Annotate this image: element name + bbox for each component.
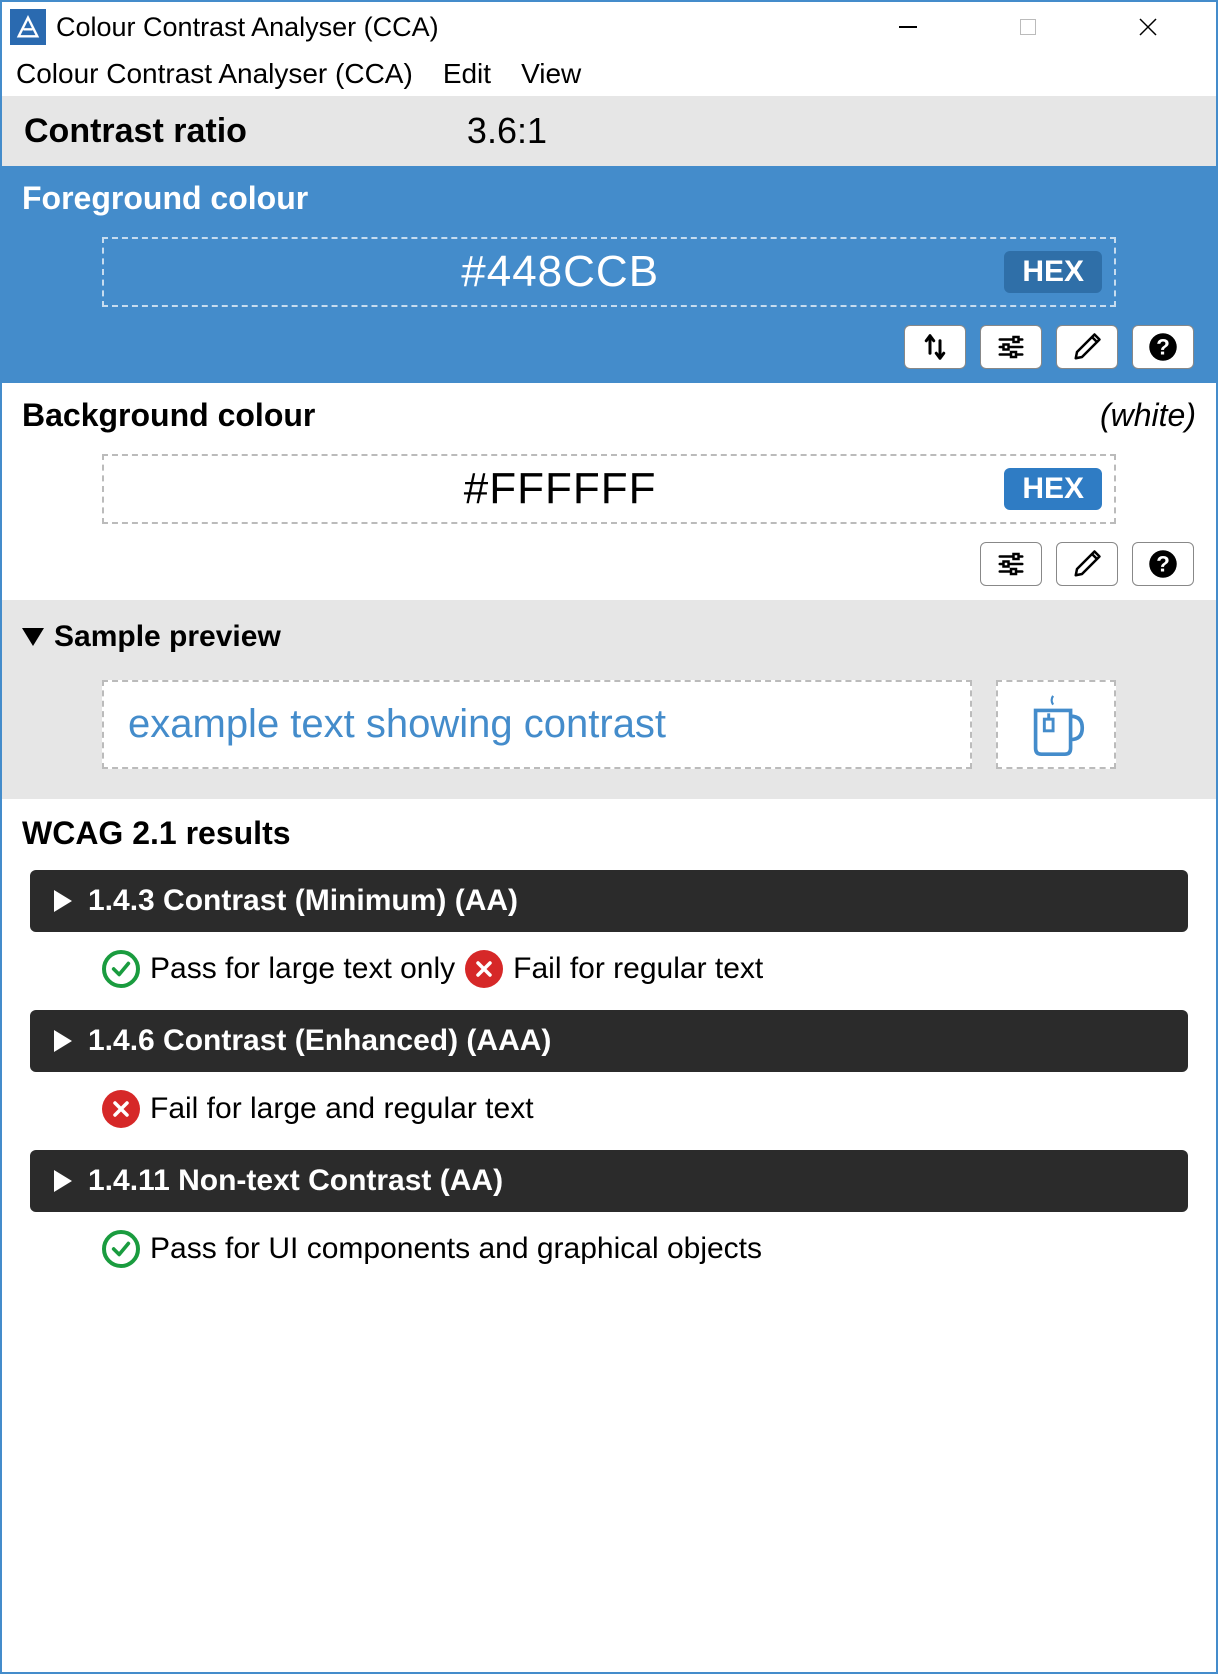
mug-icon — [1021, 690, 1091, 760]
foreground-color-value: #448CCB — [116, 247, 1004, 297]
wcag-results-heading: WCAG 2.1 results — [22, 815, 1196, 852]
triangle-right-icon — [54, 890, 72, 912]
foreground-sliders-button[interactable] — [980, 325, 1042, 369]
menubar: Colour Contrast Analyser (CCA) Edit View — [2, 52, 1216, 96]
background-section: Background colour (white) #FFFFFF HEX ? — [2, 383, 1216, 600]
foreground-heading: Foreground colour — [22, 180, 1196, 217]
menu-edit[interactable]: Edit — [443, 58, 491, 90]
result-text: Fail for regular text — [513, 952, 763, 986]
foreground-format-badge[interactable]: HEX — [1004, 251, 1102, 293]
background-color-name: (white) — [1100, 397, 1196, 434]
minimize-button[interactable] — [848, 2, 968, 52]
contrast-ratio-value: 3.6:1 — [467, 110, 547, 152]
foreground-section: Foreground colour #448CCB HEX ? — [2, 166, 1216, 383]
result-text: Pass for UI components and graphical obj… — [150, 1232, 762, 1266]
contrast-ratio-bar: Contrast ratio 3.6:1 — [2, 96, 1216, 166]
result-header-1411[interactable]: 1.4.11 Non-text Contrast (AA) — [30, 1150, 1188, 1212]
sample-preview-icon-box — [996, 680, 1116, 769]
pass-icon — [102, 1230, 140, 1268]
triangle-down-icon — [22, 628, 44, 646]
background-color-input[interactable]: #FFFFFF HEX — [102, 454, 1116, 524]
contrast-ratio-label: Contrast ratio — [24, 112, 247, 151]
background-format-badge[interactable]: HEX — [1004, 468, 1102, 510]
close-button[interactable] — [1088, 2, 1208, 52]
triangle-right-icon — [54, 1170, 72, 1192]
result-header-146[interactable]: 1.4.6 Contrast (Enhanced) (AAA) — [30, 1010, 1188, 1072]
foreground-help-button[interactable]: ? — [1132, 325, 1194, 369]
result-body-143: Pass for large text only Fail for regula… — [22, 932, 1196, 1010]
background-eyedropper-button[interactable] — [1056, 542, 1118, 586]
foreground-color-input[interactable]: #448CCB HEX — [102, 237, 1116, 307]
sample-preview-toggle[interactable]: Sample preview — [22, 620, 1196, 654]
window-titlebar: Colour Contrast Analyser (CCA) — [2, 2, 1216, 52]
result-body-1411: Pass for UI components and graphical obj… — [22, 1212, 1196, 1290]
swap-colors-button[interactable] — [904, 325, 966, 369]
background-color-value: #FFFFFF — [116, 464, 1004, 514]
background-heading: Background colour — [22, 397, 315, 434]
result-body-146: Fail for large and regular text — [22, 1072, 1196, 1150]
svg-text:?: ? — [1156, 335, 1170, 360]
pass-icon — [102, 950, 140, 988]
result-text: Fail for large and regular text — [150, 1092, 534, 1126]
result-text: Pass for large text only — [150, 952, 455, 986]
menu-view[interactable]: View — [521, 58, 581, 90]
result-title: 1.4.11 Non-text Contrast (AA) — [88, 1164, 503, 1198]
result-header-143[interactable]: 1.4.3 Contrast (Minimum) (AA) — [30, 870, 1188, 932]
sample-preview-heading: Sample preview — [54, 620, 281, 654]
triangle-right-icon — [54, 1030, 72, 1052]
result-title: 1.4.3 Contrast (Minimum) (AA) — [88, 884, 518, 918]
background-sliders-button[interactable] — [980, 542, 1042, 586]
result-title: 1.4.6 Contrast (Enhanced) (AAA) — [88, 1024, 551, 1058]
sample-preview-text[interactable]: example text showing contrast — [102, 680, 972, 769]
sample-preview-section: Sample preview example text showing cont… — [2, 600, 1216, 799]
foreground-eyedropper-button[interactable] — [1056, 325, 1118, 369]
app-icon — [10, 9, 46, 45]
window-title: Colour Contrast Analyser (CCA) — [56, 12, 439, 43]
wcag-results-section: WCAG 2.1 results 1.4.3 Contrast (Minimum… — [2, 799, 1216, 1306]
menu-app[interactable]: Colour Contrast Analyser (CCA) — [16, 58, 413, 90]
background-help-button[interactable]: ? — [1132, 542, 1194, 586]
fail-icon — [102, 1090, 140, 1128]
maximize-button[interactable] — [968, 2, 1088, 52]
fail-icon — [465, 950, 503, 988]
svg-text:?: ? — [1156, 552, 1170, 577]
